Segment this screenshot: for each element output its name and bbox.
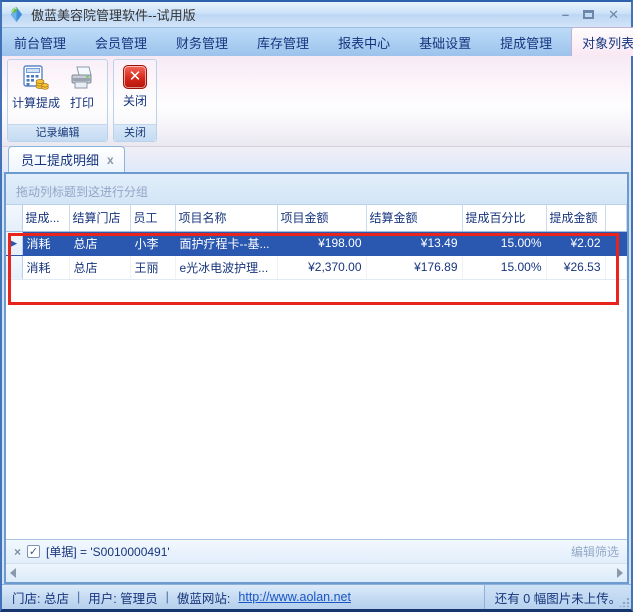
cell-employee: 小李 (130, 231, 175, 255)
table-header-row: 提成... 结算门店 员工 项目名称 项目金额 结算金额 提成百分比 提成金额 (6, 205, 627, 231)
column-header-store[interactable]: 结算门店 (69, 205, 130, 231)
cell-store: 总店 (69, 231, 130, 255)
tab-object-list-active[interactable]: 对象列表管理 (571, 27, 633, 56)
calc-commission-label: 计算提成 (12, 94, 60, 111)
cell-settle-amount: ¥176.89 (366, 255, 462, 279)
column-header-stub (605, 205, 627, 231)
cell-project-amount: ¥2,370.00 (277, 255, 366, 279)
status-user: 用户: 管理员 (88, 588, 157, 607)
cell-commission: ¥26.53 (546, 255, 605, 279)
title-bar: 傲蓝美容院管理软件--试用版 – ✕ (2, 2, 631, 28)
status-bar: 门店: 总店 | 用户: 管理员 | 傲蓝网站: http://www.aola… (2, 584, 631, 609)
filter-close-icon[interactable]: × (14, 545, 21, 559)
document-tab-bar: 员工提成明细 x (2, 147, 631, 172)
group-close: ✕ 关闭 关闭 (113, 59, 157, 142)
scroll-left-icon[interactable] (10, 568, 16, 578)
cell-store: 总店 (69, 255, 130, 279)
cell-type: 消耗 (22, 231, 69, 255)
table-row[interactable]: 消耗 总店 王丽 e光冰电波护理... ¥2,370.00 ¥176.89 15… (6, 255, 627, 279)
group-record-edit: 计算提成 打印 记录编辑 (7, 59, 108, 142)
cell-percent: 15.00% (462, 255, 546, 279)
cell-employee: 王丽 (130, 255, 175, 279)
resize-grip[interactable] (620, 598, 629, 607)
cell-settle-amount: ¥13.49 (366, 231, 462, 255)
filter-bar: × ✓ [单据] = 'S0010000491' 编辑筛选 (6, 539, 627, 563)
column-header-settle-amount[interactable]: 结算金额 (366, 205, 462, 231)
printer-icon (69, 65, 95, 91)
horizontal-scrollbar[interactable] (6, 563, 627, 582)
column-header-project-amount[interactable]: 项目金额 (277, 205, 366, 231)
tab-settings[interactable]: 基础设置 (409, 28, 481, 56)
group-by-panel[interactable]: 拖动列标题到这进行分组 (6, 174, 627, 205)
table-row-selected[interactable]: ▶ 消耗 总店 小李 面护疗程卡--基... ¥198.00 ¥13.49 15… (6, 231, 627, 255)
grid-panel: 拖动列标题到这进行分组 提成... 结算门店 员工 项目名称 项目金额 结算金额… (4, 172, 629, 584)
edit-filter-link[interactable]: 编辑筛选 (571, 543, 619, 560)
commission-table: 提成... 结算门店 员工 项目名称 项目金额 结算金额 提成百分比 提成金额 … (6, 205, 627, 280)
selected-row-arrow-icon: ▶ (6, 231, 22, 255)
column-header-percent[interactable]: 提成百分比 (462, 205, 546, 231)
filter-checkbox[interactable]: ✓ (27, 545, 40, 558)
tab-front-desk[interactable]: 前台管理 (4, 28, 76, 56)
row-indicator (6, 255, 22, 279)
column-header-project[interactable]: 项目名称 (175, 205, 277, 231)
status-site-label: 傲蓝网站: (177, 588, 230, 607)
tab-reports[interactable]: 报表中心 (328, 28, 400, 56)
calculator-coins-icon (23, 65, 49, 91)
aolan-website-link[interactable]: http://www.aolan.net (238, 590, 351, 604)
doc-tab-commission-detail[interactable]: 员工提成明细 x (8, 146, 125, 172)
group-label-close: 关闭 (114, 124, 156, 141)
doc-tab-label: 员工提成明细 (21, 150, 99, 169)
cell-commission: ¥2.02 (546, 231, 605, 255)
cell-stub (605, 255, 627, 279)
cell-percent: 15.00% (462, 231, 546, 255)
close-icon[interactable]: ✕ (608, 8, 619, 21)
app-logo-icon (8, 6, 25, 23)
cell-type: 消耗 (22, 255, 69, 279)
app-window: 傲蓝美容院管理软件--试用版 – ✕ 前台管理 会员管理 财务管理 库存管理 报… (0, 0, 633, 612)
tab-members[interactable]: 会员管理 (85, 28, 157, 56)
cell-project: e光冰电波护理... (175, 255, 277, 279)
column-header-type[interactable]: 提成... (22, 205, 69, 231)
ribbon-toolbar: 计算提成 打印 记录编辑 ✕ 关闭 (2, 56, 631, 147)
doc-tab-close-icon[interactable]: x (107, 153, 114, 167)
tab-finance[interactable]: 财务管理 (166, 28, 238, 56)
cell-project-amount: ¥198.00 (277, 231, 366, 255)
calc-commission-button[interactable]: 计算提成 (12, 62, 60, 111)
scroll-right-icon[interactable] (617, 568, 623, 578)
print-label: 打印 (70, 94, 94, 111)
status-separator: | (77, 590, 80, 604)
cell-project: 面护疗程卡--基... (175, 231, 277, 255)
status-separator: | (166, 590, 169, 604)
grid-empty-area (6, 280, 627, 540)
filter-expression: [单据] = 'S0010000491' (46, 543, 170, 560)
maximize-icon[interactable] (583, 10, 594, 19)
window-title: 傲蓝美容院管理软件--试用版 (31, 5, 196, 24)
group-label-record-edit: 记录编辑 (8, 124, 107, 141)
tab-inventory[interactable]: 库存管理 (247, 28, 319, 56)
red-close-icon: ✕ (123, 65, 147, 89)
minimize-icon[interactable]: – (562, 8, 569, 21)
print-button[interactable]: 打印 (62, 62, 102, 111)
upload-status-section: 还有 0 幅图片未上传。 (484, 585, 631, 609)
column-header-employee[interactable]: 员工 (130, 205, 175, 231)
close-button-label: 关闭 (123, 92, 147, 109)
upload-status-text: 还有 0 幅图片未上传。 (495, 588, 621, 607)
close-tab-button[interactable]: ✕ 关闭 (118, 62, 152, 109)
tab-commission[interactable]: 提成管理 (490, 28, 562, 56)
ribbon-tab-strip: 前台管理 会员管理 财务管理 库存管理 报表中心 基础设置 提成管理 对象列表管… (2, 28, 631, 56)
row-indicator-header (6, 205, 22, 231)
column-header-commission[interactable]: 提成金额 (546, 205, 605, 231)
cell-stub (605, 231, 627, 255)
status-store: 门店: 总店 (12, 588, 69, 607)
